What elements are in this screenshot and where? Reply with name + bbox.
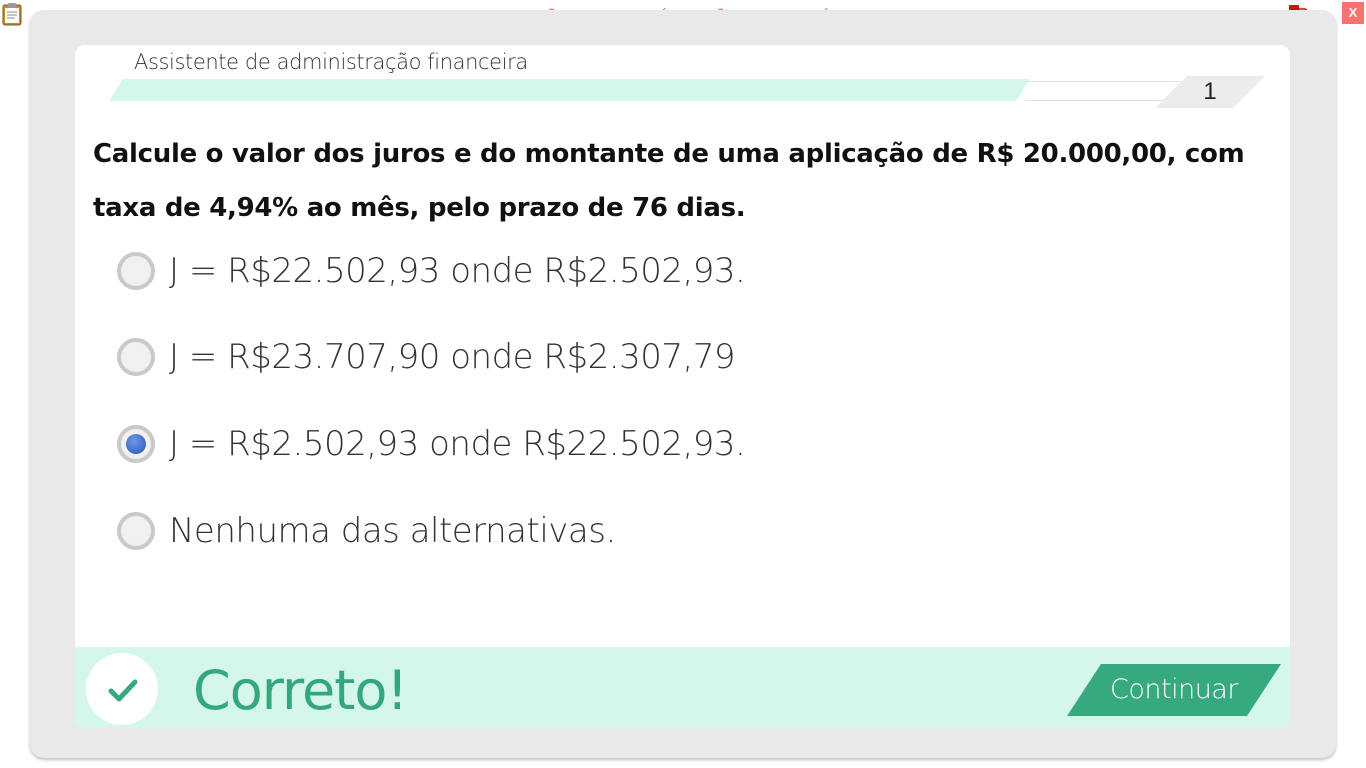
answer-option-4[interactable]: Nenhuma das alternativas. <box>117 507 616 555</box>
answer-option-label: J = R$2.502,93 onde R$22.502,93. <box>169 424 746 464</box>
answer-option-label: Nenhuma das alternativas. <box>169 511 616 551</box>
course-title: Assistente de administração financeira <box>134 50 528 74</box>
clipboard-icon[interactable] <box>2 2 22 26</box>
answer-option-1[interactable]: J = R$22.502,93 onde R$2.502,93. <box>117 247 746 295</box>
radio-button[interactable] <box>117 338 155 376</box>
feedback-bar: Correto! Continuar <box>75 647 1290 728</box>
progress-bar-fill <box>109 79 1030 101</box>
question-number: 1 <box>1203 78 1217 105</box>
radio-button[interactable] <box>117 512 155 550</box>
answer-option-2[interactable]: J = R$23.707,90 onde R$2.307,79 <box>117 333 736 381</box>
check-icon <box>86 653 158 725</box>
quiz-card: Assistente de administração financeira 1… <box>75 45 1290 728</box>
radio-button[interactable] <box>117 425 155 463</box>
answer-option-label: J = R$23.707,90 onde R$2.307,79 <box>169 337 736 377</box>
answer-option-3[interactable]: J = R$2.502,93 onde R$22.502,93. <box>117 420 746 468</box>
close-button[interactable]: X <box>1342 2 1364 24</box>
answer-option-label: J = R$22.502,93 onde R$2.502,93. <box>169 251 746 291</box>
radio-button[interactable] <box>117 252 155 290</box>
continue-button[interactable] <box>1067 664 1281 716</box>
question-text: Calcule o valor dos juros e do montante … <box>93 139 1245 223</box>
feedback-status-text: Correto! <box>193 659 408 722</box>
